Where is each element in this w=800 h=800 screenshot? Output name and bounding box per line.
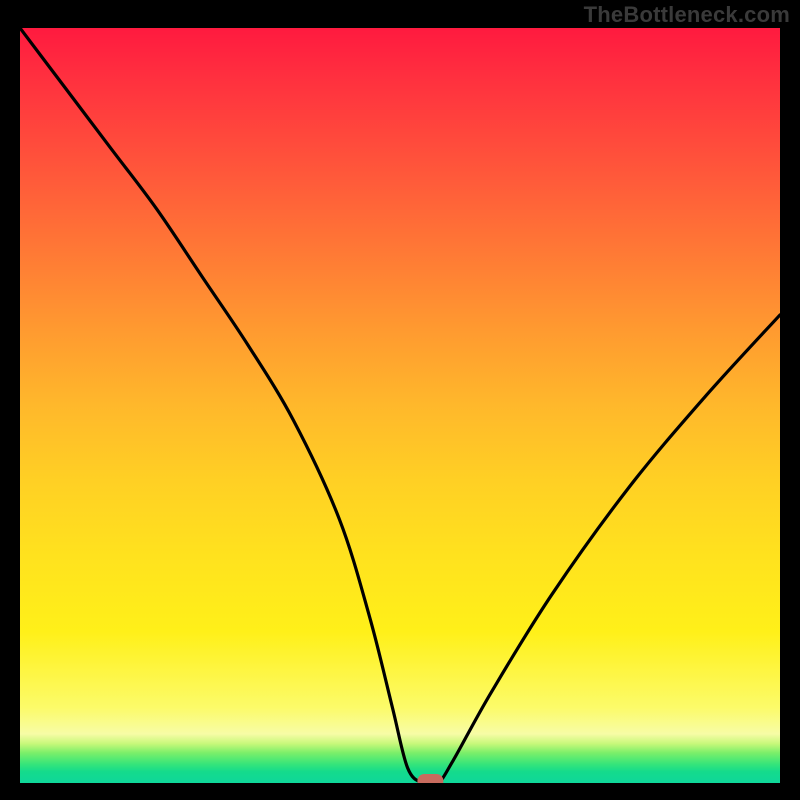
bottleneck-curve — [20, 28, 780, 783]
curve-layer — [20, 28, 780, 783]
optimum-marker — [417, 774, 443, 783]
plot-area — [20, 28, 780, 783]
watermark-text: TheBottleneck.com — [584, 2, 790, 28]
chart-frame: TheBottleneck.com — [0, 0, 800, 800]
